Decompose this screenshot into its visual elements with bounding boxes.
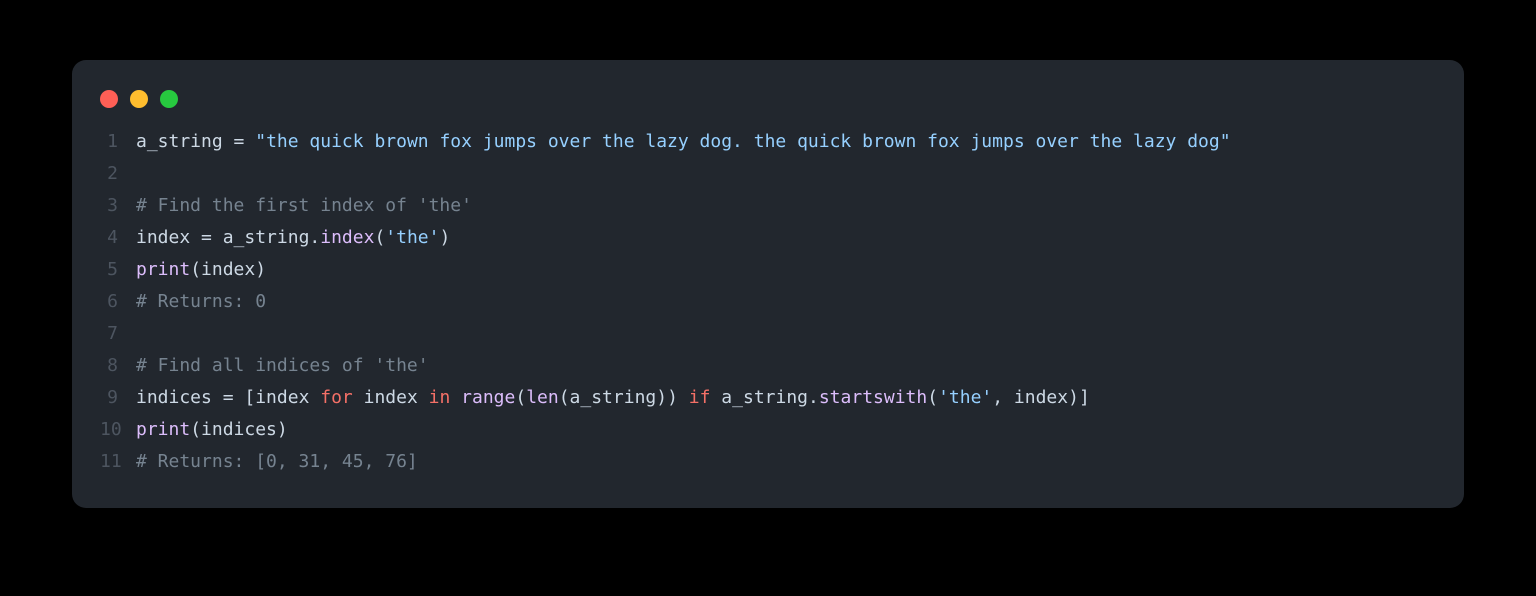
code-token: a_string: [570, 387, 657, 408]
code-line[interactable]: 2: [100, 158, 1436, 190]
code-line[interactable]: 8# Find all indices of 'the': [100, 350, 1436, 382]
line-content[interactable]: print(indices): [136, 414, 288, 446]
code-line[interactable]: 1a_string = "the quick brown fox jumps o…: [100, 126, 1436, 158]
code-token: index: [201, 259, 255, 280]
code-token: index: [320, 227, 374, 248]
line-number: 2: [100, 158, 136, 190]
code-token: , index: [992, 387, 1068, 408]
line-content[interactable]: print(index): [136, 254, 266, 286]
line-content[interactable]: # Find the first index of 'the': [136, 190, 472, 222]
minimize-icon[interactable]: [130, 90, 148, 108]
line-content[interactable]: # Returns: [0, 31, 45, 76]: [136, 446, 418, 478]
line-number: 8: [100, 350, 136, 382]
line-content[interactable]: [136, 158, 147, 190]
code-line[interactable]: 3# Find the first index of 'the': [100, 190, 1436, 222]
code-token: ): [439, 227, 450, 248]
code-token: indices: [201, 419, 277, 440]
line-number: 9: [100, 382, 136, 414]
line-content[interactable]: index = a_string.index('the'): [136, 222, 450, 254]
code-token: index: [353, 387, 429, 408]
code-token: [678, 387, 689, 408]
code-token: a_string.: [212, 227, 320, 248]
line-number: 1: [100, 126, 136, 158]
code-token: a_string: [136, 131, 234, 152]
code-token: print: [136, 419, 190, 440]
close-icon[interactable]: [100, 90, 118, 108]
code-token: len: [526, 387, 559, 408]
code-token: (: [190, 419, 201, 440]
line-number: 6: [100, 286, 136, 318]
code-window: 1a_string = "the quick brown fox jumps o…: [72, 60, 1464, 508]
code-token: # Find the first index of 'the': [136, 195, 472, 216]
code-token: ]: [1079, 387, 1090, 408]
code-token: 'the': [938, 387, 992, 408]
window-titlebar: [72, 84, 1464, 126]
code-token: =: [223, 387, 234, 408]
code-token: ): [1068, 387, 1079, 408]
code-token: ): [255, 259, 266, 280]
code-token: print: [136, 259, 190, 280]
code-token: "the quick brown fox jumps over the lazy…: [255, 131, 1230, 152]
code-token: [index: [234, 387, 321, 408]
code-line[interactable]: 10print(indices): [100, 414, 1436, 446]
code-token: for: [320, 387, 353, 408]
line-number: 10: [100, 414, 136, 446]
code-token: (: [190, 259, 201, 280]
code-token: (: [927, 387, 938, 408]
code-token: # Find all indices of 'the': [136, 355, 429, 376]
code-line[interactable]: 4index = a_string.index('the'): [100, 222, 1436, 254]
code-token: startswith: [819, 387, 927, 408]
line-content[interactable]: # Find all indices of 'the': [136, 350, 429, 382]
code-line[interactable]: 7: [100, 318, 1436, 350]
code-line[interactable]: 9indices = [index for index in range(len…: [100, 382, 1436, 414]
code-token: [450, 387, 461, 408]
code-token: if: [689, 387, 711, 408]
code-token: index: [136, 227, 201, 248]
code-token: # Returns: [0, 31, 45, 76]: [136, 451, 418, 472]
line-content[interactable]: indices = [index for index in range(len(…: [136, 382, 1090, 414]
code-line[interactable]: 5print(index): [100, 254, 1436, 286]
code-token: )): [656, 387, 678, 408]
line-content[interactable]: [136, 318, 147, 350]
code-token: # Returns: 0: [136, 291, 266, 312]
line-content[interactable]: a_string = "the quick brown fox jumps ov…: [136, 126, 1231, 158]
line-number: 4: [100, 222, 136, 254]
code-token: 'the': [385, 227, 439, 248]
line-number: 11: [100, 446, 136, 478]
line-content[interactable]: # Returns: 0: [136, 286, 266, 318]
code-token: range: [461, 387, 515, 408]
code-token: (: [515, 387, 526, 408]
zoom-icon[interactable]: [160, 90, 178, 108]
code-editor[interactable]: 1a_string = "the quick brown fox jumps o…: [72, 126, 1464, 478]
code-line[interactable]: 6# Returns: 0: [100, 286, 1436, 318]
code-line[interactable]: 11# Returns: [0, 31, 45, 76]: [100, 446, 1436, 478]
code-token: indices: [136, 387, 223, 408]
code-token: in: [429, 387, 451, 408]
code-token: ): [277, 419, 288, 440]
code-token: =: [201, 227, 212, 248]
code-token: (: [374, 227, 385, 248]
line-number: 3: [100, 190, 136, 222]
code-token: [244, 131, 255, 152]
code-token: =: [234, 131, 245, 152]
line-number: 5: [100, 254, 136, 286]
code-token: (: [559, 387, 570, 408]
line-number: 7: [100, 318, 136, 350]
code-token: a_string.: [710, 387, 818, 408]
